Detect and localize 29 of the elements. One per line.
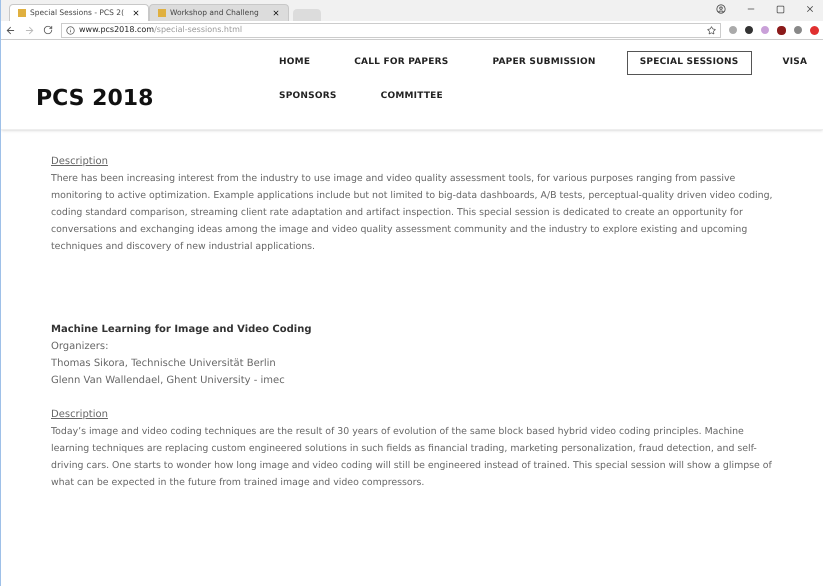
address-bar[interactable]: www.pcs2018.com/special-sessions.html — [61, 22, 721, 38]
star-icon[interactable] — [707, 26, 716, 34]
organizer: Thomas Sikora, Technische Universität Berlin — [51, 357, 277, 371]
description-text: There has been increasing interest from the industry to use image and video quality assessment tools, for various purposes ranging from passive monitoring to active optimization. Example applications include but not limited to big-data dashboards, A/B tests, perceptual-quality driven video coding, coding standard comparison, streaming client rate adaptation and artifact inspection. This special session is dedicated to create an opportunity for conversations and exchanging ideas among the image and video quality assessment community and the industry to explore existing and upcoming techniques and discovery of new industrial applications. — [51, 172, 774, 254]
profile-icon[interactable] — [716, 4, 726, 14]
description-heading: Description — [51, 155, 108, 169]
back-icon[interactable] — [5, 24, 16, 36]
description-text: Today’s image and video coding techniques are the result of 30 years of evolution of the same block based hybrid video coding principles. Machine learning techniques are replacing custom engineered solutions in such fields as financial trading, marketing personalization, fraud detection, and self-driving cars. One starts to wonder how long image and video coding will still be engineered instead of trained. This special session will show a glimpse of what can be expected in the future from trained image and video compressors. — [51, 425, 773, 490]
favicon-icon — [18, 9, 26, 17]
nav-link[interactable]: PAPER SUBMISSION — [480, 51, 609, 74]
description-heading: Description — [51, 408, 108, 422]
favicon-icon — [158, 9, 166, 17]
close-icon[interactable] — [805, 4, 815, 14]
nav-link[interactable]: HOME — [266, 51, 324, 74]
maximize-icon[interactable] — [776, 4, 785, 14]
close-icon[interactable] — [272, 9, 280, 17]
nav-link[interactable]: VISA — [770, 51, 820, 74]
nav-link[interactable]: SPONSORS — [266, 84, 350, 108]
nav-link[interactable]: COMMITTEE — [368, 84, 456, 108]
organizer: Glenn Van Wallendael, Ghent University - imec — [51, 374, 286, 388]
site-logo[interactable]: PCS 2018 — [36, 82, 236, 115]
nav-link[interactable]: CALL FOR PAPERS — [341, 51, 462, 74]
organizers-label: Organizers: — [51, 340, 110, 354]
close-icon[interactable] — [132, 9, 140, 17]
info-icon — [66, 26, 75, 34]
nav-link[interactable]: SPECIAL SESSIONS — [626, 51, 752, 74]
reload-icon[interactable] — [43, 25, 53, 35]
session-title: Machine Learning for Image and Video Coding — [51, 323, 313, 337]
url-text: www.pcs2018.com/special-sessions.html — [79, 24, 242, 36]
